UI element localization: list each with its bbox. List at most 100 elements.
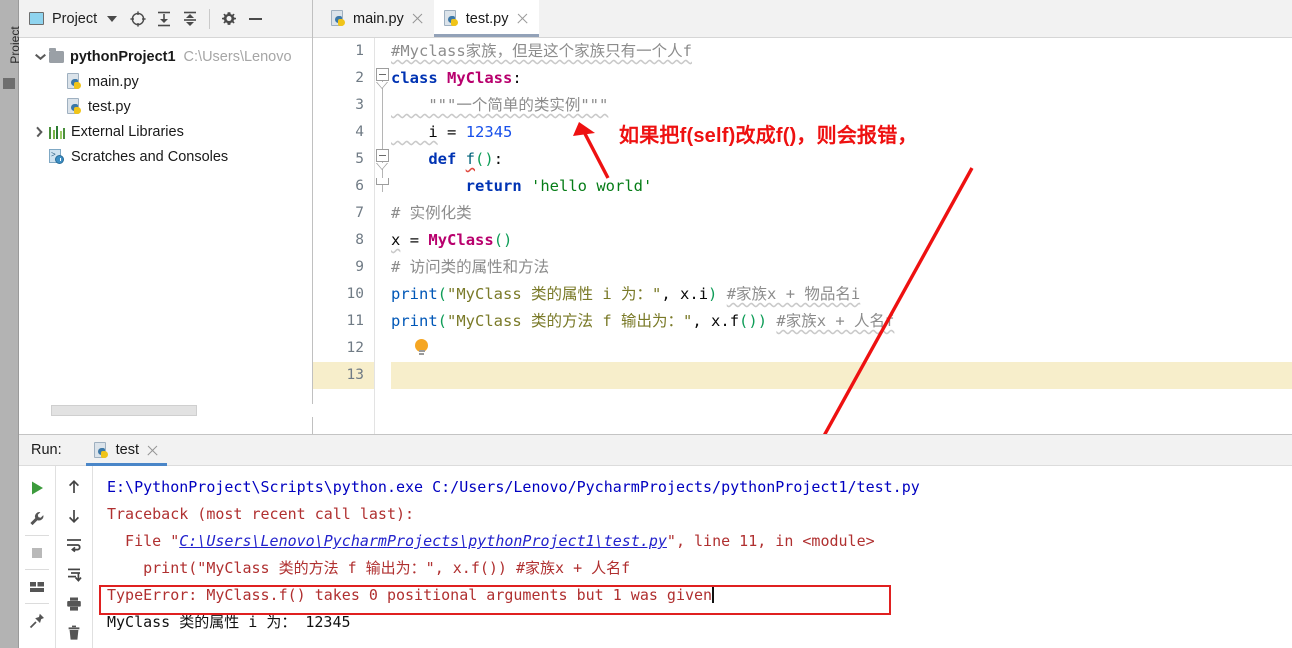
run-icon[interactable] <box>20 472 54 503</box>
error-highlight-box <box>99 585 891 615</box>
chevron-down-icon[interactable] <box>31 54 49 59</box>
line-number: 7 <box>355 205 364 221</box>
line-number: 11 <box>346 313 364 329</box>
tree-row-test-py[interactable]: test.py <box>19 94 312 119</box>
wrench-icon[interactable] <box>20 503 54 534</box>
minimize-icon[interactable] <box>244 8 266 30</box>
code-line-6: return 'hello world' <box>391 177 653 195</box>
line-number: 1 <box>355 43 364 59</box>
soft-wrap-icon[interactable] <box>57 531 91 560</box>
code-line-12 <box>391 335 484 362</box>
console-line: E:\PythonProject\Scripts\python.exe C:/U… <box>107 478 920 496</box>
project-tool-window: Project pythonProject1 C:\Users\Lenovo m… <box>19 0 313 434</box>
chevron-down-icon[interactable] <box>107 15 118 22</box>
run-tab-test[interactable]: test <box>85 435 168 466</box>
line-number: 8 <box>355 232 364 248</box>
scroll-to-end-icon[interactable] <box>57 560 91 589</box>
code-line-5: def f(): <box>391 150 504 168</box>
up-arrow-icon[interactable] <box>57 472 91 501</box>
close-icon[interactable] <box>411 12 424 25</box>
code-line-7: # 实例化类 <box>391 204 472 222</box>
code-line-9: # 访问类的属性和方法 <box>391 258 550 276</box>
python-file-icon <box>331 10 346 27</box>
chevron-right-icon[interactable] <box>31 127 49 136</box>
console-line: print("MyClass 类的方法 f 输出为：", x.f()) #家族x… <box>107 559 631 577</box>
tree-row-main-py[interactable]: main.py <box>19 69 312 94</box>
tree-row-pythonproject1[interactable]: pythonProject1 C:\Users\Lenovo <box>19 44 312 69</box>
python-file-icon <box>67 73 82 90</box>
code-line-4: i = 12345 <box>391 123 513 141</box>
close-icon[interactable] <box>516 12 529 25</box>
expand-all-icon[interactable] <box>153 8 175 30</box>
collapse-all-icon[interactable] <box>179 8 201 30</box>
code-lines: #Myclass家族，但是这个家族只有一个人f class MyClass: "… <box>391 38 1292 434</box>
line-number: 3 <box>355 97 364 113</box>
console-file-prefix: File " <box>107 532 180 550</box>
run-panel-body: E:\PythonProject\Scripts\python.exe C:/U… <box>19 466 1292 648</box>
fold-toggle-def[interactable] <box>376 149 389 162</box>
line-number: 13 <box>313 362 374 389</box>
toolbar-divider <box>25 569 49 570</box>
tab-main-py[interactable]: main.py <box>321 0 434 37</box>
python-file-icon <box>443 10 459 27</box>
tree-path-label: C:\Users\Lenovo <box>183 48 292 65</box>
fold-toggle-class[interactable] <box>376 68 389 81</box>
line-number-gutter: 1 2 3 4 5 6 7 8 9 10 11 12 13 <box>313 38 375 434</box>
project-view-icon <box>29 12 44 25</box>
code-line-10: print("MyClass 类的属性 i 为：", x.i) #家族x + 物… <box>391 285 861 303</box>
run-toolbar-right <box>56 466 93 648</box>
print-icon[interactable] <box>57 589 91 618</box>
layout-icon[interactable] <box>20 571 54 602</box>
tree-label: External Libraries <box>71 123 184 140</box>
code-line-1: #Myclass家族，但是这个家族只有一个人f <box>391 42 692 60</box>
fold-arrow-icon <box>376 82 389 90</box>
scrollbar-thumb[interactable] <box>51 405 197 416</box>
line-number: 2 <box>355 70 364 86</box>
tree-label: main.py <box>88 73 139 90</box>
toolbar-divider <box>209 8 211 29</box>
toolbar-divider <box>25 535 49 536</box>
tree-label: test.py <box>88 98 131 115</box>
down-arrow-icon[interactable] <box>57 501 91 530</box>
pycharm-window: Project Project pythonProject1 C:\Users\… <box>0 0 1292 648</box>
tree-row-scratches-and-consoles[interactable]: > Scratches and Consoles <box>19 144 312 169</box>
fold-end-cap <box>376 178 389 185</box>
structure-stripe-chip[interactable] <box>3 78 15 89</box>
tree-label: Scratches and Consoles <box>71 148 229 165</box>
pin-icon[interactable] <box>20 605 54 636</box>
line-number: 12 <box>346 340 364 356</box>
annotation-text: 如果把f(self)改成f()，则会报错， <box>619 125 918 147</box>
trash-icon[interactable] <box>57 619 91 648</box>
tab-label: main.py <box>353 10 404 27</box>
code-editor[interactable]: 1 2 3 4 5 6 7 8 9 10 11 12 13 #Myclass家族… <box>313 38 1292 434</box>
stop-icon[interactable] <box>20 537 54 568</box>
tree-row-external-libraries[interactable]: External Libraries <box>19 119 312 144</box>
gear-icon[interactable] <box>218 8 240 30</box>
line-number: 5 <box>355 151 364 167</box>
fold-range-line <box>382 74 383 192</box>
code-folding-gutter[interactable] <box>375 38 391 434</box>
close-icon[interactable] <box>146 444 159 457</box>
scratches-icon: > <box>49 149 65 164</box>
tree-label: pythonProject1 <box>70 48 176 65</box>
console-output[interactable]: E:\PythonProject\Scripts\python.exe C:/U… <box>93 466 1292 648</box>
line-number: 4 <box>355 124 364 140</box>
console-file-link[interactable]: C:\Users\Lenovo\PycharmProjects\pythonPr… <box>179 532 667 550</box>
run-tool-window: Run: test E:\PythonProject\Scripts\pytho… <box>19 434 1292 648</box>
project-panel-header: Project <box>19 0 312 38</box>
tab-label: test.py <box>465 10 509 27</box>
intention-bulb-icon[interactable] <box>415 339 428 356</box>
run-tab-label: test <box>115 442 140 458</box>
left-tool-stripe: Project <box>0 0 22 648</box>
line-number: 9 <box>355 259 364 275</box>
run-panel-header: Run: test <box>19 435 1292 466</box>
python-file-icon <box>67 98 82 115</box>
tab-test-py[interactable]: test.py <box>433 0 539 37</box>
code-line-2: class MyClass: <box>391 69 522 87</box>
locate-icon[interactable] <box>127 8 149 30</box>
code-line-8: x = MyClass() <box>391 231 513 249</box>
project-panel-title: Project <box>52 10 98 27</box>
project-tree: pythonProject1 C:\Users\Lenovo main.py t… <box>19 38 312 169</box>
project-horizontal-scrollbar[interactable] <box>19 404 313 417</box>
line-number: 6 <box>355 178 364 194</box>
